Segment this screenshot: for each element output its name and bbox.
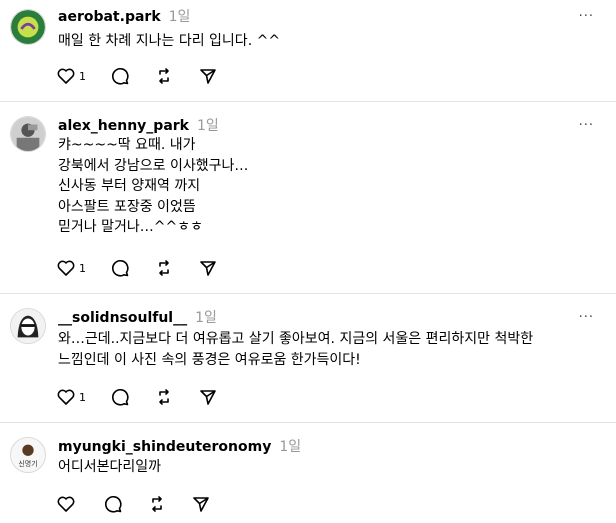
username[interactable]: __solidnsoulful__ — [58, 310, 187, 326]
more-icon[interactable]: ··· — [579, 310, 594, 325]
comment-text: 어디서본다리일까 — [58, 459, 162, 475]
avatar[interactable] — [10, 308, 46, 344]
share-button[interactable] — [191, 494, 211, 514]
heart-icon — [56, 494, 76, 514]
repost-button[interactable] — [154, 66, 174, 86]
like-count: 1 — [79, 69, 86, 83]
timestamp: 1일 — [196, 118, 219, 134]
username[interactable]: aerobat.park — [58, 9, 161, 25]
share-button[interactable] — [198, 66, 218, 86]
comment-icon — [103, 494, 123, 514]
repost-button[interactable] — [147, 494, 167, 514]
repost-button[interactable] — [154, 387, 174, 407]
reply-button[interactable] — [110, 387, 130, 407]
username[interactable]: myungki_shindeuteronomy — [58, 439, 271, 455]
reply-button[interactable] — [110, 66, 130, 86]
share-icon — [198, 258, 218, 278]
like-count: 1 — [79, 390, 86, 404]
like-button[interactable] — [56, 494, 79, 514]
avatar-label: 신명기 — [18, 460, 38, 468]
reply-button[interactable] — [110, 258, 130, 278]
heart-icon — [56, 66, 76, 86]
like-button[interactable]: 1 — [56, 258, 86, 278]
like-button[interactable]: 1 — [56, 387, 86, 407]
comment-text: 와…근데..지금보다 더 여유롭고 살기 좋아보여. 지금의 서울은 편리하지만… — [58, 331, 534, 368]
comment-text: 캬~~~~딱 요때. 내가 강북에서 강남으로 이사했구나… 신사동 부터 양재… — [58, 137, 249, 235]
avatar[interactable]: 신명기 — [10, 437, 46, 473]
like-count: 1 — [79, 261, 86, 275]
more-icon[interactable]: ··· — [579, 118, 594, 133]
avatar[interactable] — [10, 116, 46, 152]
share-icon — [198, 387, 218, 407]
comment-icon — [110, 387, 130, 407]
repost-button[interactable] — [154, 258, 174, 278]
share-button[interactable] — [198, 258, 218, 278]
repost-icon — [154, 387, 174, 407]
share-icon — [191, 494, 211, 514]
heart-icon — [56, 258, 76, 278]
divider — [0, 293, 616, 294]
like-button[interactable]: 1 — [56, 66, 86, 86]
comment-icon — [110, 66, 130, 86]
divider — [0, 101, 616, 102]
username[interactable]: alex_henny_park — [58, 118, 189, 134]
avatar[interactable] — [10, 9, 46, 45]
repost-icon — [154, 66, 174, 86]
comment-text: 매일 한 차례 지나는 다리 입니다. ^^ — [58, 33, 281, 49]
comment-icon — [110, 258, 130, 278]
share-icon — [198, 66, 218, 86]
timestamp: 1일 — [168, 9, 191, 25]
share-button[interactable] — [198, 387, 218, 407]
heart-icon — [56, 387, 76, 407]
timestamp: 1일 — [279, 439, 302, 455]
reply-button[interactable] — [103, 494, 123, 514]
timestamp: 1일 — [195, 310, 217, 326]
repost-icon — [147, 494, 167, 514]
divider — [0, 422, 616, 423]
repost-icon — [154, 258, 174, 278]
more-icon[interactable]: ··· — [579, 9, 594, 24]
